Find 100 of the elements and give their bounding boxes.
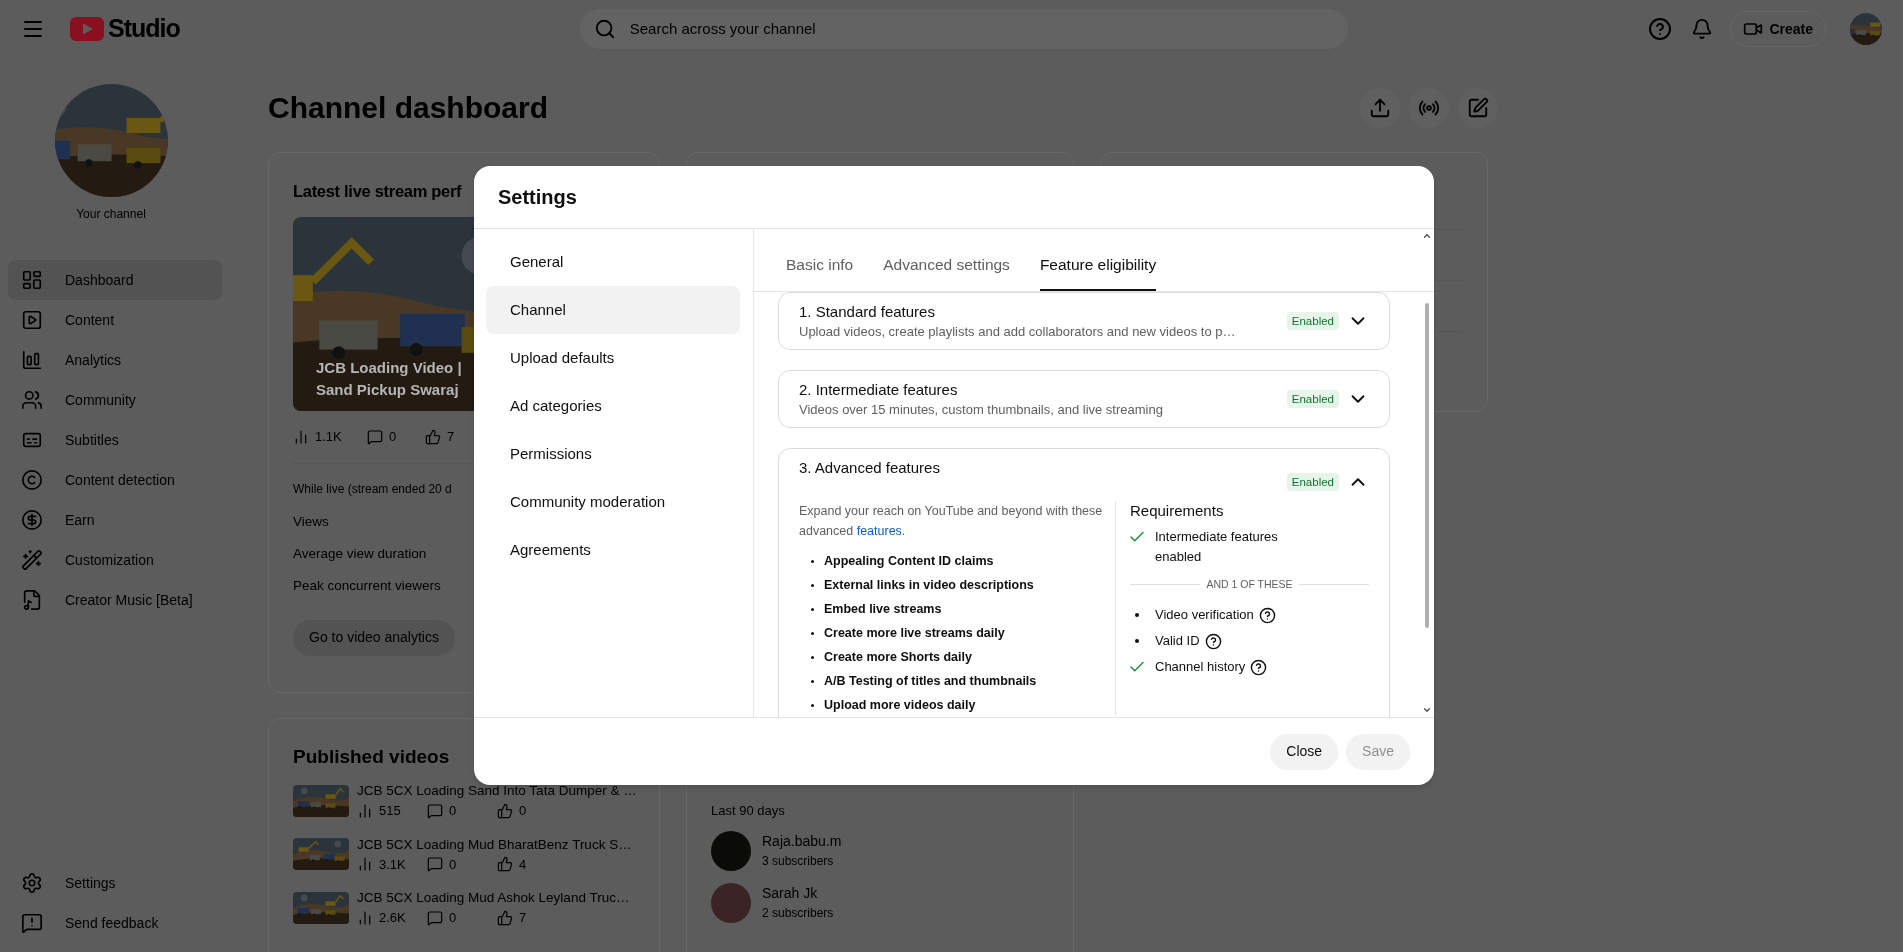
logo-icon bbox=[70, 17, 104, 41]
sidebar-label: Subtitles bbox=[65, 430, 119, 450]
settings-nav-item[interactable]: Community moderation bbox=[486, 478, 740, 526]
sidebar-item[interactable]: Customization bbox=[8, 540, 222, 580]
thumbs-up-icon bbox=[497, 909, 513, 926]
feature-item: Appealing Content ID claims bbox=[824, 553, 994, 570]
sidebar-item[interactable]: Content bbox=[8, 300, 222, 340]
sidebar-item[interactable]: Community bbox=[8, 380, 222, 420]
logo-text: Studio bbox=[108, 13, 180, 45]
video-title-overlay: JCB Loading Video | bbox=[316, 358, 462, 378]
comment-icon bbox=[427, 856, 443, 873]
play-square-icon bbox=[21, 309, 43, 331]
bullet bbox=[811, 607, 814, 611]
stat-count: 0 bbox=[449, 909, 457, 927]
sidebar-item[interactable]: Earn bbox=[8, 500, 222, 540]
thumbs-up-icon bbox=[497, 802, 513, 819]
scrollbar-thumb[interactable] bbox=[1425, 303, 1429, 628]
sidebar-label: Analytics bbox=[65, 350, 122, 370]
stat-count: 0 bbox=[519, 802, 527, 820]
sidebar-label: Creator Music [Beta] bbox=[65, 590, 193, 610]
stat-count: 3.1K bbox=[379, 855, 406, 874]
feedback-icon bbox=[21, 912, 43, 934]
music-file-icon bbox=[21, 589, 43, 611]
subscriber-name[interactable]: Raja.babu.m bbox=[762, 831, 842, 852]
sidebar-label: Send feedback bbox=[65, 913, 159, 933]
feature-title[interactable]: 1. Standard features bbox=[799, 301, 935, 323]
search-field[interactable]: Search across your channel bbox=[579, 9, 1348, 49]
metric-label: Average view duration bbox=[293, 544, 427, 563]
sidebar-label: Earn bbox=[65, 510, 95, 530]
sidebar-item[interactable]: Creator Music [Beta] bbox=[8, 580, 222, 620]
status-badge: Enabled bbox=[1286, 390, 1339, 408]
search-input[interactable]: Search across your channel bbox=[629, 17, 1334, 41]
feature-description: Upload videos, create playlists and add collaborators and new videos to p… bbox=[799, 323, 1236, 341]
help-icon[interactable] bbox=[1204, 632, 1222, 650]
settings-nav-item[interactable]: Upload defaults bbox=[486, 334, 740, 382]
thumbs-up-icon bbox=[497, 856, 513, 873]
stat-count: 0 bbox=[449, 802, 457, 820]
features-link[interactable]: features bbox=[856, 524, 902, 538]
video-title-overlay: Sand Pickup Swaraj bbox=[316, 380, 459, 400]
help-icon[interactable] bbox=[1250, 658, 1268, 676]
requirement-text: Video verification bbox=[1155, 605, 1254, 624]
sidebar-item[interactable]: Analytics bbox=[8, 340, 222, 380]
dialog-title: Settings bbox=[498, 185, 577, 210]
comment-icon bbox=[427, 909, 443, 926]
people-icon bbox=[21, 389, 43, 411]
bar-chart-icon bbox=[21, 349, 43, 371]
sidebar-label: Dashboard bbox=[65, 270, 134, 290]
sidebar-item[interactable]: Content detection bbox=[8, 460, 222, 500]
sidebar-item[interactable]: Subtitles bbox=[8, 420, 222, 460]
sidebar-item[interactable]: Send feedback bbox=[8, 903, 222, 943]
feature-title[interactable]: 2. Intermediate features bbox=[799, 379, 958, 401]
settings-nav-item[interactable]: Permissions bbox=[486, 430, 740, 478]
close-button[interactable]: Close bbox=[1270, 733, 1339, 770]
copyright-icon bbox=[21, 469, 43, 491]
video-analytics-button[interactable]: Go to video analytics bbox=[293, 619, 455, 656]
page-title: Channel dashboard bbox=[268, 90, 549, 126]
video-title[interactable]: JCB 5CX Loading Sand Into Tata Dumper & … bbox=[357, 781, 637, 801]
sidebar-item[interactable]: Settings bbox=[8, 863, 222, 903]
tab[interactable]: Advanced settings bbox=[883, 241, 1010, 291]
bullet bbox=[811, 631, 814, 635]
subscriber-avatar bbox=[711, 830, 751, 871]
stat-count: 0 bbox=[389, 428, 397, 446]
bullet bbox=[811, 559, 814, 563]
metric-label: Peak concurrent viewers bbox=[293, 576, 441, 595]
settings-nav-item[interactable]: General bbox=[486, 238, 740, 286]
magic-wand-icon bbox=[21, 549, 43, 571]
comment-icon bbox=[367, 428, 383, 445]
channel-label: Your channel bbox=[76, 206, 146, 223]
card-title: Latest live stream perf bbox=[293, 181, 462, 202]
stat-count: 7 bbox=[447, 428, 455, 446]
dollar-icon bbox=[21, 509, 43, 531]
tab[interactable]: Basic info bbox=[786, 241, 854, 291]
subscriber-count: 2 subscribers bbox=[762, 905, 834, 922]
requirement-text: Intermediate features enabled bbox=[1155, 528, 1279, 566]
divider-label: AND 1 OF THESE bbox=[1206, 577, 1293, 592]
settings-nav-item[interactable]: Agreements bbox=[486, 526, 740, 574]
settings-icon bbox=[21, 872, 43, 894]
settings-nav-item[interactable]: Ad categories bbox=[486, 382, 740, 430]
sidebar-label: Customization bbox=[65, 550, 154, 570]
requirements-title: Requirements bbox=[1130, 501, 1224, 521]
live-button[interactable] bbox=[1409, 88, 1449, 128]
video-title[interactable]: JCB 5CX Loading Mud BharatBenz Truck S… bbox=[357, 834, 632, 855]
settings-nav-item[interactable]: Channel bbox=[486, 286, 740, 334]
bar-chart-icon bbox=[293, 428, 309, 445]
edit-button[interactable] bbox=[1458, 88, 1498, 128]
subscriber-avatar bbox=[711, 882, 751, 923]
subscriber-name[interactable]: Sarah Jk bbox=[762, 883, 818, 904]
requirement-text: Valid ID bbox=[1155, 631, 1200, 650]
upload-button[interactable] bbox=[1360, 88, 1400, 128]
status-badge: Enabled bbox=[1286, 473, 1339, 491]
sidebar-item[interactable]: Dashboard bbox=[8, 260, 222, 300]
help-icon[interactable] bbox=[1258, 606, 1276, 624]
feature-description: Videos over 15 minutes, custom thumbnails, and live streaming bbox=[799, 401, 1163, 419]
bullet bbox=[811, 583, 814, 587]
feature-title[interactable]: 3. Advanced features bbox=[799, 457, 940, 479]
video-title[interactable]: JCB 5CX Loading Mud Ashok Leyland Truc… bbox=[357, 888, 630, 908]
stat-count: 4 bbox=[519, 855, 527, 874]
stat-count: 7 bbox=[519, 909, 527, 927]
stat-count: 2.6K bbox=[379, 909, 406, 927]
thumbs-up-icon bbox=[425, 428, 441, 445]
